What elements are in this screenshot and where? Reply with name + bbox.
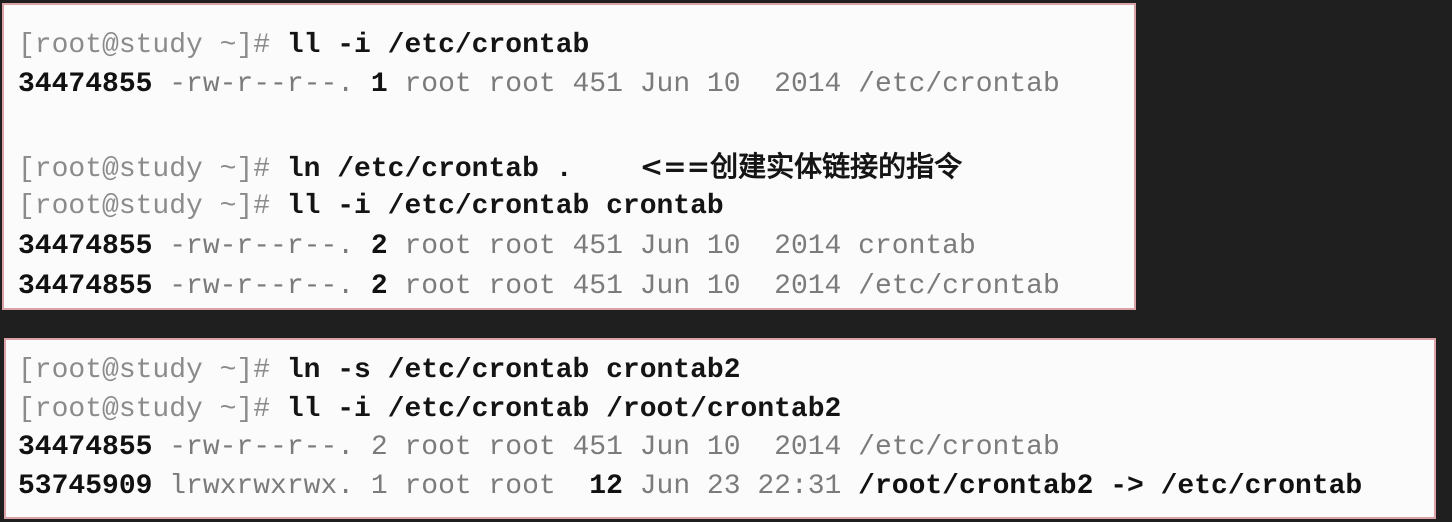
link-count: 2 [370, 271, 388, 302]
shell-command: ln /etc/crontab . [286, 154, 573, 185]
file-metadata: root root 451 Jun 10 2014 [387, 271, 859, 302]
shell-prompt: [root@study ~]# [18, 154, 287, 185]
file-metadata: root root 451 Jun 10 2014 [387, 69, 859, 100]
terminal-line-output: 34474855 -rw-r--r--. 2 root root 451 Jun… [18, 268, 1060, 306]
inode-number: 34474855 [18, 231, 153, 262]
file-metadata: root root 451 Jun 10 2014 [387, 231, 859, 262]
terminal-line-command: [root@study ~]# ln /etc/crontab . <==创建实… [18, 148, 962, 189]
file-name: /etc/crontab [858, 271, 1060, 302]
annotation-note: <==创建实体链接的指令 [639, 150, 963, 183]
symlink-target: /root/crontab2 -> /etc/crontab [858, 471, 1363, 502]
terminal-line-output: 53745909 lrwxrwxrwx. 1 root root 12 Jun … [18, 468, 1362, 506]
inode-number: 53745909 [18, 471, 153, 502]
inode-number: 34474855 [18, 69, 153, 100]
terminal-line-output: 34474855 -rw-r--r--. 1 root root 451 Jun… [18, 66, 1060, 104]
file-date: Jun 23 22:31 [622, 471, 859, 502]
file-permissions: -rw-r--r--. [152, 271, 371, 302]
shell-command: ll -i /etc/crontab /root/crontab2 [286, 394, 842, 425]
file-listing-details: -rw-r--r--. 2 root root 451 Jun 10 2014 … [152, 432, 1060, 463]
shell-command: ll -i /etc/crontab [286, 30, 590, 61]
terminal-line-output: 34474855 -rw-r--r--. 2 root root 451 Jun… [18, 429, 1060, 467]
shell-prompt: [root@study ~]# [18, 30, 287, 61]
terminal-line-output: 34474855 -rw-r--r--. 2 root root 451 Jun… [18, 228, 976, 266]
inode-number: 34474855 [18, 432, 153, 463]
terminal-line-command: [root@study ~]# ll -i /etc/crontab [18, 27, 589, 65]
file-permissions: -rw-r--r--. [152, 69, 371, 100]
shell-prompt: [root@study ~]# [18, 191, 287, 222]
link-count: 2 [370, 231, 388, 262]
terminal-panel-hard-link: [root@study ~]# ll -i /etc/crontab 34474… [2, 3, 1136, 310]
terminal-line-command: [root@study ~]# ln -s /etc/crontab cront… [18, 352, 741, 390]
file-name: /etc/crontab [858, 69, 1060, 100]
file-size: 12 [589, 471, 623, 502]
shell-command: ln -s /etc/crontab crontab2 [286, 355, 741, 386]
shell-prompt: [root@study ~]# [18, 394, 287, 425]
terminal-line-command: [root@study ~]# ll -i /etc/crontab /root… [18, 391, 841, 429]
file-permissions: lrwxrwxrwx. 1 root root [152, 471, 590, 502]
shell-prompt: [root@study ~]# [18, 355, 287, 386]
inode-number: 34474855 [18, 271, 153, 302]
terminal-panel-symbolic-link: [root@study ~]# ln -s /etc/crontab cront… [4, 338, 1436, 519]
file-name: crontab [858, 231, 976, 262]
link-count: 1 [370, 69, 388, 100]
terminal-line-command: [root@study ~]# ll -i /etc/crontab cront… [18, 188, 724, 226]
shell-command: ll -i /etc/crontab crontab [286, 191, 724, 222]
file-permissions: -rw-r--r--. [152, 231, 371, 262]
